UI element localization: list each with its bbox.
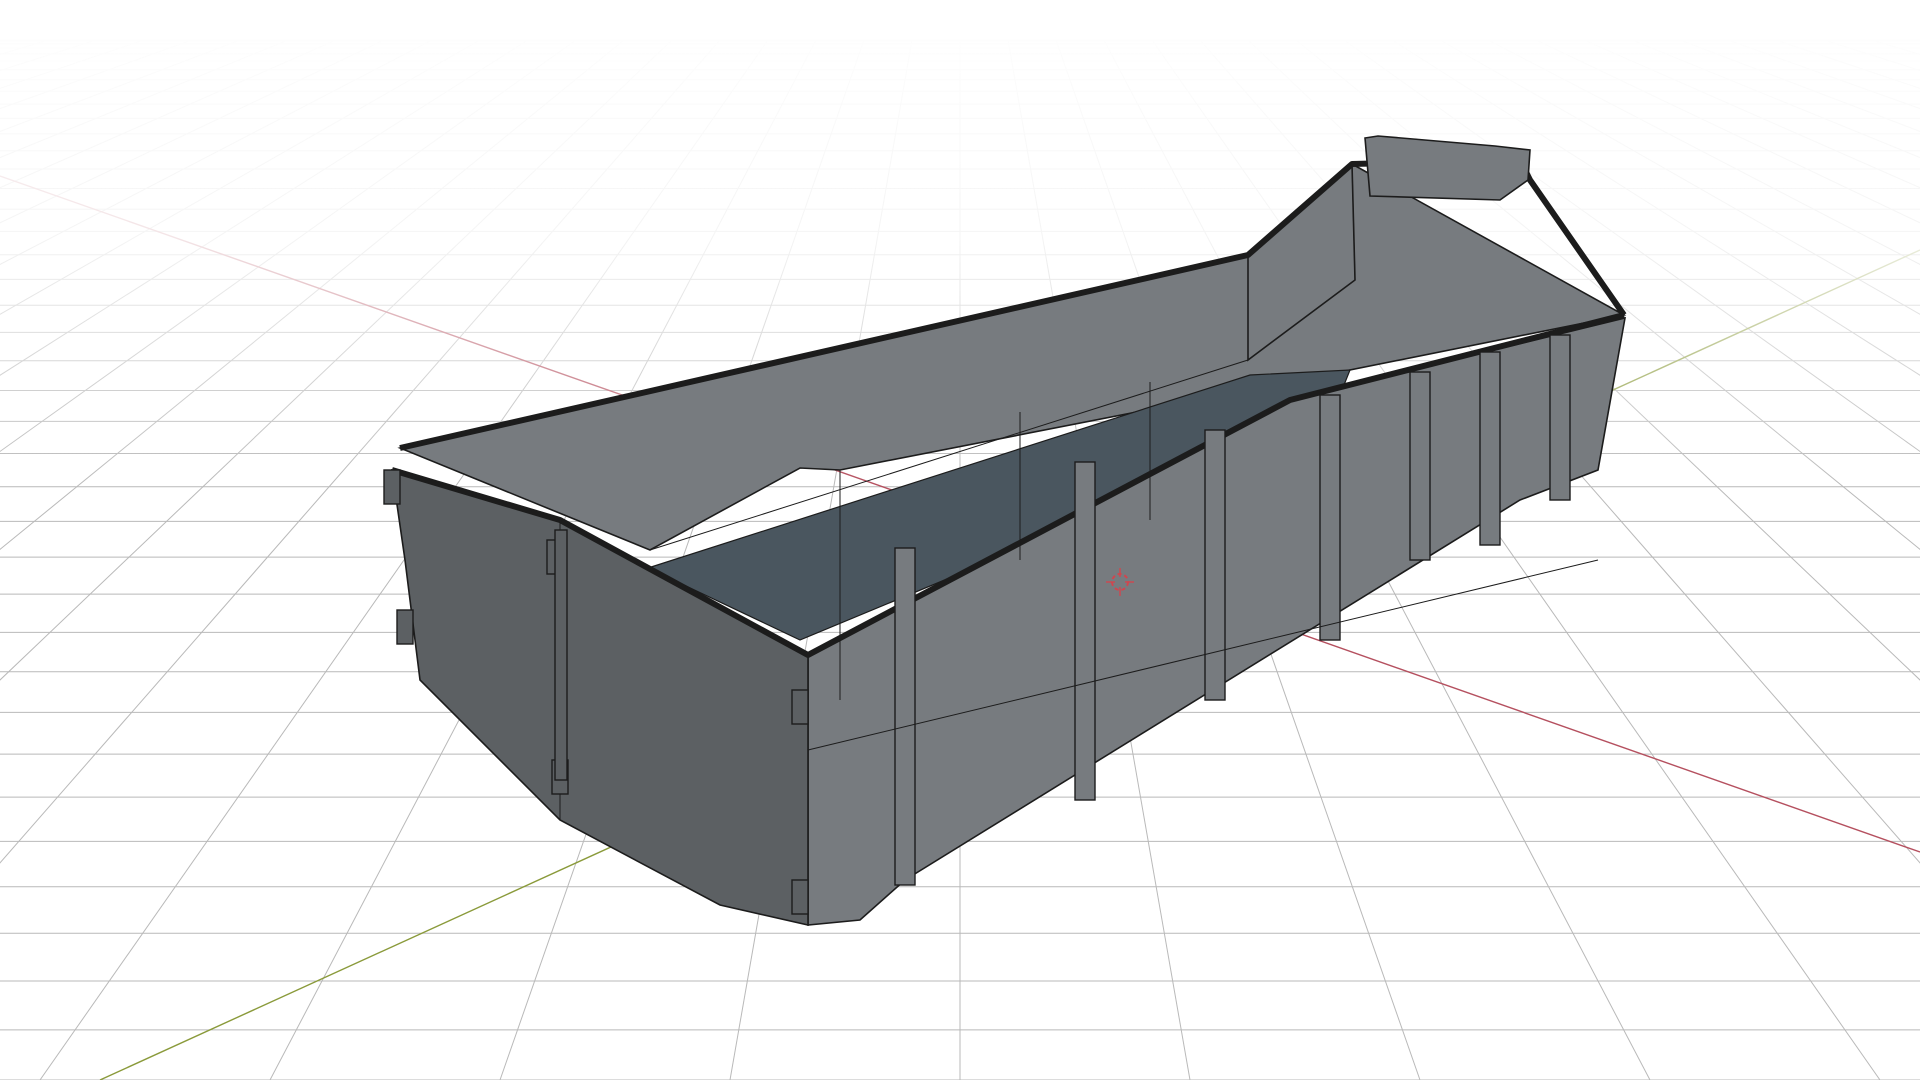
- hinge: [791, 689, 809, 725]
- stiffener: [1479, 351, 1501, 546]
- stiffener: [1549, 334, 1571, 501]
- hinge: [383, 469, 401, 505]
- door-latch-bar: [554, 529, 568, 781]
- stiffener: [1204, 429, 1226, 701]
- hinge: [791, 879, 809, 915]
- viewport-canvas[interactable]: [0, 0, 1920, 1080]
- 3d-viewport[interactable]: [0, 0, 1920, 1080]
- hinge: [396, 609, 414, 645]
- stiffener: [1409, 371, 1431, 561]
- stiffener: [1319, 394, 1341, 641]
- stiffener: [1074, 461, 1096, 801]
- stiffener: [894, 547, 916, 886]
